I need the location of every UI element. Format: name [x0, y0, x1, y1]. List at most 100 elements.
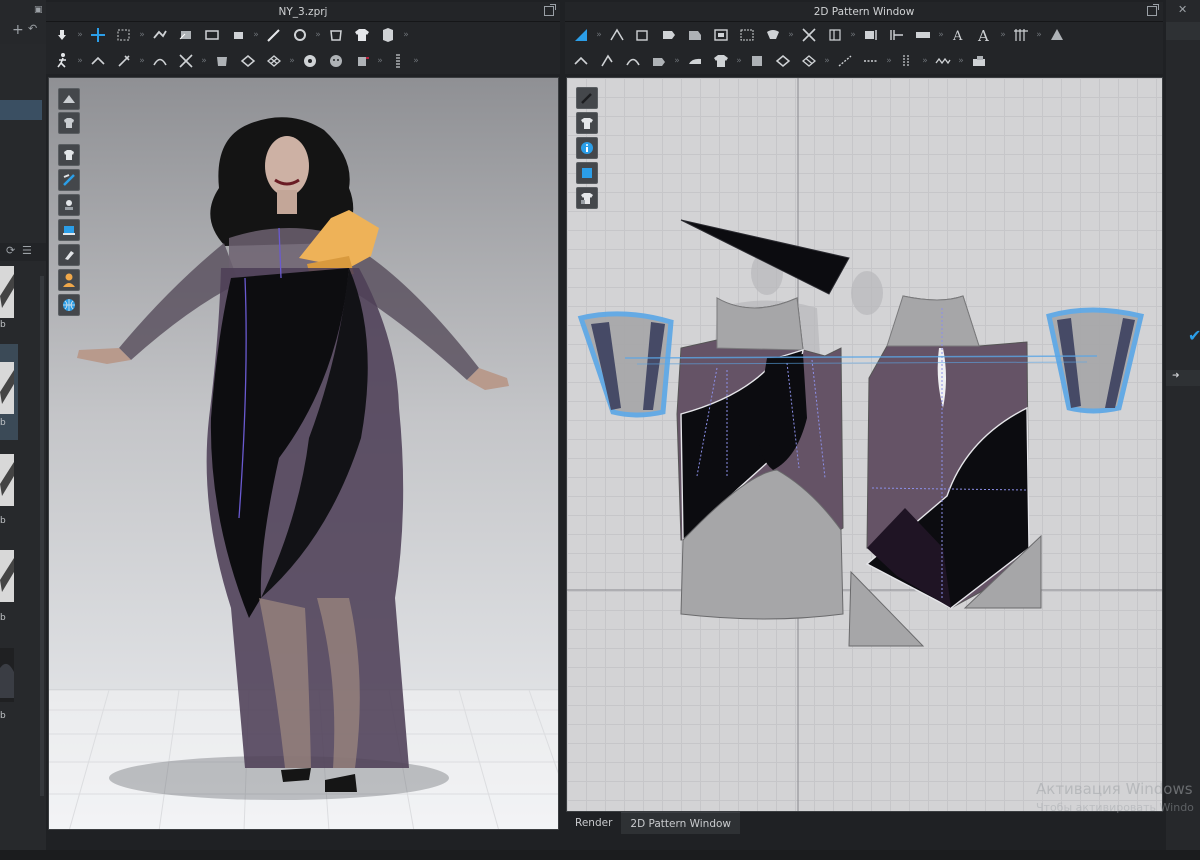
library-scrollbar[interactable] — [40, 276, 44, 796]
separator: » — [315, 30, 321, 40]
viewport-2d[interactable] — [566, 77, 1163, 812]
notch-icon[interactable] — [859, 24, 883, 46]
texture-view-icon[interactable] — [576, 162, 598, 184]
tack-icon[interactable] — [226, 24, 250, 46]
needle-icon[interactable] — [262, 24, 286, 46]
seam-tape-icon[interactable] — [647, 50, 671, 72]
shirt-icon[interactable] — [350, 24, 374, 46]
texture-icon[interactable] — [745, 50, 769, 72]
dart-icon[interactable] — [735, 24, 759, 46]
close-icon[interactable]: ✕ — [1178, 3, 1187, 16]
avatar-icon[interactable] — [58, 269, 80, 291]
edit-pen-icon[interactable] — [576, 87, 598, 109]
library-thumbnail[interactable] — [0, 648, 14, 702]
show-avatar-icon[interactable] — [58, 144, 80, 166]
dash-line-icon[interactable] — [859, 50, 883, 72]
pin-icon[interactable] — [112, 50, 136, 72]
grid-pattern-icon[interactable] — [1009, 24, 1033, 46]
grid-icon[interactable] — [771, 50, 795, 72]
window-3d-titlebar[interactable]: NY_3.zprj — [46, 2, 560, 22]
lock-icon[interactable] — [576, 187, 598, 209]
text-icon[interactable]: A — [947, 24, 971, 46]
grid-icon[interactable] — [262, 50, 286, 72]
visibility-icon[interactable] — [58, 194, 80, 216]
library-toolbar: ⟳ ☰ — [0, 243, 46, 261]
iron-icon[interactable] — [683, 50, 707, 72]
maximize-icon[interactable] — [544, 4, 556, 16]
surface-icon[interactable] — [58, 219, 80, 241]
zipper-icon[interactable] — [350, 50, 374, 72]
shirt-icon[interactable] — [709, 50, 733, 72]
fit-map-icon[interactable] — [58, 244, 80, 266]
stitch-icon[interactable] — [324, 50, 348, 72]
separator: » — [850, 30, 856, 40]
close-icon[interactable]: ▣ — [34, 5, 43, 15]
shirt-view-icon[interactable] — [576, 112, 598, 134]
library-thumbnail[interactable] — [0, 550, 14, 602]
rectangle-icon[interactable] — [657, 24, 681, 46]
viewport-3d[interactable] — [48, 77, 559, 830]
fold-arrange-icon[interactable] — [210, 50, 234, 72]
ruler-icon[interactable] — [386, 50, 410, 72]
list-view-icon[interactable]: ☰ — [22, 244, 32, 257]
separator: » — [596, 30, 602, 40]
segment-sewing-icon[interactable] — [761, 24, 785, 46]
checkmark-icon[interactable]: ✔ — [1188, 326, 1200, 345]
fold-pattern-icon[interactable] — [621, 50, 645, 72]
add-point-icon[interactable] — [595, 50, 619, 72]
measure-icon[interactable] — [885, 24, 909, 46]
tab-render[interactable]: Render — [566, 812, 621, 834]
show-texture-icon[interactable] — [58, 169, 80, 191]
separator: » — [201, 56, 207, 66]
fold-icon[interactable] — [200, 24, 224, 46]
globe-icon[interactable] — [58, 294, 80, 316]
garment-display-icon[interactable] — [58, 112, 80, 134]
cut-icon[interactable] — [174, 50, 198, 72]
refresh-icon[interactable]: ⟳ — [6, 244, 15, 257]
select-mesh-icon[interactable] — [86, 50, 110, 72]
transform-pattern-icon[interactable] — [569, 24, 593, 46]
add-icon[interactable]: + — [12, 22, 24, 38]
separator: » — [77, 56, 83, 66]
internal-rect-icon[interactable] — [709, 24, 733, 46]
transform-icon[interactable] — [86, 24, 110, 46]
polygon-icon[interactable] — [631, 24, 655, 46]
avatar-walk-icon[interactable] — [50, 50, 74, 72]
topstitch-icon[interactable] — [833, 50, 857, 72]
undo-icon[interactable]: ↶ — [28, 22, 37, 35]
maximize-icon[interactable] — [1147, 4, 1159, 16]
library-thumbnail[interactable] — [0, 454, 14, 506]
thumbnail-label: b — [0, 613, 6, 623]
tab-2d-pattern-window[interactable]: 2D Pattern Window — [621, 812, 741, 834]
move-icon[interactable] — [148, 24, 172, 46]
free-sewing-icon[interactable] — [797, 24, 821, 46]
ruler-icon[interactable] — [376, 24, 400, 46]
edit-sewing-icon[interactable] — [569, 50, 593, 72]
library-thumbnail[interactable] — [0, 266, 14, 318]
info-icon[interactable] — [576, 137, 598, 159]
zigzag-icon[interactable] — [931, 50, 955, 72]
library-selected-row[interactable] — [0, 100, 42, 120]
hand-icon[interactable] — [50, 24, 74, 46]
annotation-icon[interactable]: A — [973, 24, 997, 46]
fabric-icon[interactable] — [1045, 24, 1069, 46]
arrow-right-icon[interactable]: ➜ — [1172, 371, 1180, 381]
edit-pin-icon[interactable] — [174, 24, 198, 46]
edit-point-icon[interactable] — [605, 24, 629, 46]
arrange-icon[interactable] — [288, 24, 312, 46]
fabric-swatch-icon[interactable] — [967, 50, 991, 72]
seam-icon[interactable] — [148, 50, 172, 72]
internal-polygon-icon[interactable] — [683, 24, 707, 46]
button-icon[interactable] — [298, 50, 322, 72]
texture-icon[interactable] — [236, 50, 260, 72]
pattern-pin-icon[interactable] — [797, 50, 821, 72]
fold-icon[interactable] — [823, 24, 847, 46]
window-2d-titlebar[interactable]: 2D Pattern Window — [565, 2, 1163, 22]
toolbar-2d-row1: » » » » A A » » — [565, 22, 1163, 48]
select-box-icon[interactable] — [112, 24, 136, 46]
ruler-icon[interactable] — [911, 24, 935, 46]
thumbnail-label: b — [0, 418, 6, 428]
garment-icon[interactable] — [324, 24, 348, 46]
puckering-icon[interactable] — [895, 50, 919, 72]
avatar-display-icon[interactable] — [58, 88, 80, 110]
